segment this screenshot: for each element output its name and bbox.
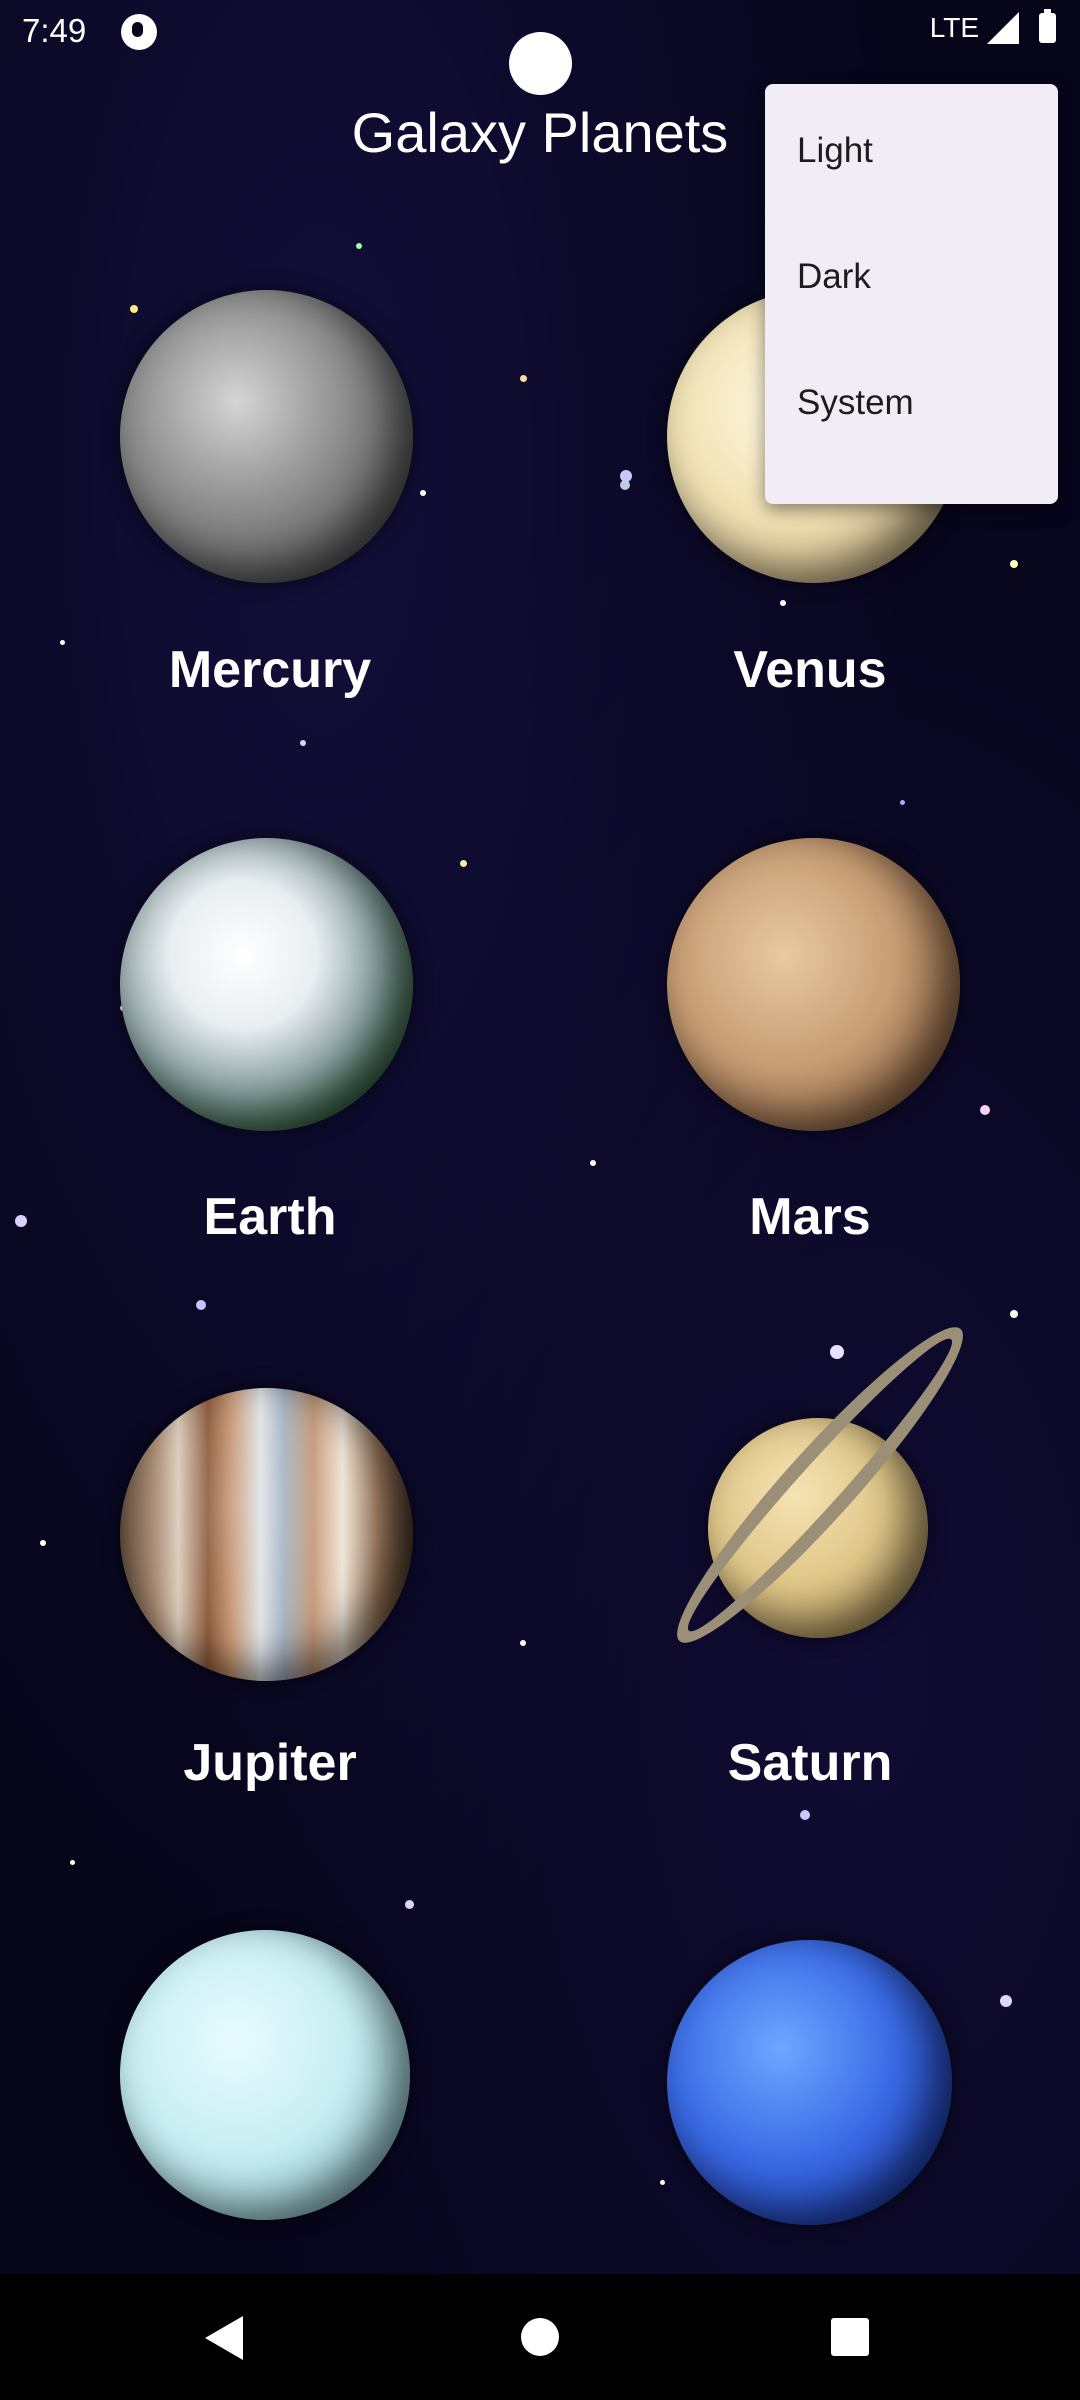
- mercury-icon: [120, 290, 413, 583]
- battery-icon: [1039, 9, 1056, 43]
- app-notification-icon: [121, 14, 157, 50]
- neptune-icon: [667, 1940, 952, 2225]
- planet-label: Venus: [733, 641, 887, 699]
- planet-label: Saturn: [727, 1734, 893, 1792]
- home-icon[interactable]: [521, 2318, 559, 2356]
- uranus-icon: [120, 1930, 410, 2220]
- network-type: LTE: [929, 12, 979, 43]
- jupiter-icon: [120, 1388, 413, 1681]
- theme-popup-menu: Light Dark System: [765, 84, 1058, 504]
- planet-label: Mercury: [168, 641, 372, 699]
- menu-item-dark[interactable]: Dark: [765, 214, 1058, 340]
- signal-icon: [987, 12, 1019, 44]
- recents-icon[interactable]: [831, 2318, 869, 2356]
- menu-item-light[interactable]: Light: [765, 88, 1058, 214]
- earth-icon: [120, 838, 413, 1131]
- screen: 7:49 LTE Galaxy Planets Mercury Venus Ea…: [0, 0, 1080, 2400]
- menu-item-system[interactable]: System: [765, 340, 1058, 466]
- back-icon[interactable]: [205, 2316, 243, 2360]
- planet-label: Earth: [203, 1188, 337, 1246]
- planet-label: Mars: [749, 1188, 871, 1246]
- mars-icon: [667, 838, 960, 1131]
- planet-label: Jupiter: [183, 1734, 357, 1792]
- camera-cutout: [509, 32, 572, 95]
- navigation-bar: [0, 2274, 1080, 2400]
- status-time: 7:49: [22, 12, 87, 49]
- status-indicators: LTE: [929, 9, 1056, 44]
